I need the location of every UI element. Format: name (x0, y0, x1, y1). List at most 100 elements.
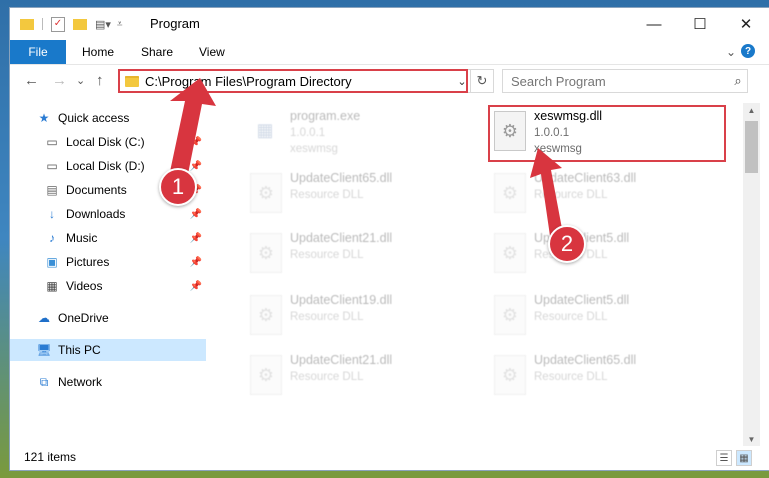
download-icon: ↓ (49, 207, 55, 221)
file-name: program.exe (290, 109, 361, 123)
customize-dropdown-icon[interactable]: ⩡ (117, 19, 123, 30)
back-button[interactable]: ← (24, 72, 39, 89)
cloud-icon: ☁ (38, 311, 50, 325)
dll-file-icon: ⚙ (494, 295, 526, 335)
tab-home[interactable]: Home (82, 45, 114, 59)
file-name: UpdateClient5.dll (534, 293, 630, 307)
dll-file-icon: ⚙ (494, 355, 526, 395)
file-description: Resource DLL (290, 371, 364, 383)
details-view-icon[interactable]: ☰ (716, 450, 732, 466)
sidebar-item-label: Videos (66, 279, 103, 293)
customize-icon[interactable]: ▤▾ (95, 18, 111, 31)
sidebar-item-label: Quick access (58, 111, 130, 125)
pin-icon[interactable]: 📌 (190, 137, 202, 148)
sidebar-item-label: Network (58, 375, 103, 389)
navigation-pane: ★ Quick access ▭ Local Disk (C:) 📌 ▭ Loc… (10, 103, 206, 446)
list-item[interactable]: ⚙ UpdateClient21.dll Resource DLL (246, 229, 486, 285)
refresh-button[interactable]: ↻ (470, 70, 493, 92)
address-bar[interactable]: C:\Program Files\Program Directory ⌄ ↻ (118, 69, 494, 93)
star-icon: ★ (38, 111, 50, 125)
list-item[interactable]: ⚙ UpdateClient65.dll Resource DLL (490, 351, 730, 407)
recent-locations-icon[interactable]: ⌄ (76, 74, 85, 87)
scrollbar-thumb[interactable] (745, 121, 758, 173)
address-path[interactable]: C:\Program Files\Program Directory (145, 74, 454, 89)
folder-icon (125, 75, 139, 87)
up-button[interactable]: ↑ (96, 72, 104, 89)
large-icons-view-icon[interactable]: ▦ (736, 450, 752, 466)
vertical-scrollbar[interactable]: ▲ ▼ (743, 103, 760, 446)
file-description: Resource DLL (534, 311, 608, 323)
expand-ribbon-icon[interactable]: ⌄ (726, 45, 736, 59)
videos-icon: ▦ (46, 279, 58, 293)
folder-icon[interactable] (20, 18, 34, 30)
file-description: xeswmsg (290, 143, 338, 155)
scroll-up-icon[interactable]: ▲ (743, 103, 760, 117)
properties-icon[interactable]: ✓ (51, 16, 65, 32)
list-item[interactable]: ⚙ UpdateClient63.dll Resource DLL (490, 169, 730, 225)
dll-file-icon: ⚙ (250, 355, 282, 395)
step-1-badge: 1 (159, 168, 197, 206)
dll-file-icon: ⚙ (250, 173, 282, 213)
tab-share[interactable]: Share (141, 45, 173, 59)
dll-file-icon: ⚙ (250, 233, 282, 273)
tab-view[interactable]: View (199, 45, 225, 59)
pin-icon[interactable]: 📌 (190, 281, 202, 292)
new-folder-icon[interactable] (73, 18, 87, 30)
list-item[interactable]: ⚙ UpdateClient65.dll Resource DLL (246, 169, 486, 225)
sidebar-item-local-disk-c[interactable]: ▭ Local Disk (C:) 📌 (10, 131, 206, 153)
sidebar-item-network[interactable]: ⧉ Network (10, 371, 206, 393)
sidebar-item-downloads[interactable]: ↓ Downloads 📌 (10, 203, 206, 225)
file-name: UpdateClient65.dll (534, 353, 637, 367)
sidebar-item-this-pc[interactable]: 🖥 This PC (10, 339, 206, 361)
address-dropdown-icon[interactable]: ⌄ (454, 75, 470, 88)
list-item[interactable]: ⚙ UpdateClient19.dll Resource DLL (246, 291, 486, 347)
close-button[interactable]: ✕ (723, 8, 769, 40)
pictures-icon: ▣ (46, 255, 58, 269)
sidebar-item-pictures[interactable]: ▣ Pictures 📌 (10, 251, 206, 273)
minimize-button[interactable]: — (631, 8, 677, 40)
pin-icon[interactable]: 📌 (190, 209, 202, 220)
forward-button[interactable]: → (52, 72, 67, 89)
item-count: 121 items (24, 450, 77, 464)
help-icon[interactable]: ? (741, 44, 755, 58)
pin-icon[interactable]: 📌 (190, 233, 202, 244)
sidebar-item-onedrive[interactable]: ☁ OneDrive (10, 307, 206, 329)
list-item[interactable]: ⚙ UpdateClient5.dll Resource DLL (490, 229, 730, 285)
file-version: 1.0.0.1 (534, 127, 570, 139)
documents-icon: ▤ (46, 183, 58, 197)
tab-file[interactable]: File (10, 40, 66, 64)
maximize-button[interactable]: ☐ (677, 8, 723, 40)
dll-file-icon: ⚙ (250, 295, 282, 335)
file-description: Resource DLL (290, 311, 364, 323)
file-list: ▦ program.exe 1.0.0.1 xeswmsg ⚙ xeswmsg.… (218, 103, 743, 446)
search-icon[interactable]: ⌕ (729, 73, 747, 89)
scroll-down-icon[interactable]: ▼ (743, 432, 760, 446)
file-version: 1.0.0.1 (290, 127, 326, 139)
list-item[interactable]: ⚙ UpdateClient5.dll Resource DLL (490, 291, 730, 347)
window-title: Program (150, 16, 200, 31)
search-input[interactable] (503, 72, 729, 90)
separator (42, 18, 43, 30)
list-item[interactable]: ⚙ xeswmsg.dll 1.0.0.1 xeswmsg (490, 107, 730, 163)
pin-icon[interactable]: 📌 (190, 257, 202, 268)
drive-icon: ▭ (46, 135, 58, 149)
quick-access-toolbar: ✓ ▤▾ ⩡ (20, 16, 123, 32)
navigation-bar: ← → ⌄ ↑ C:\Program Files\Program Directo… (10, 64, 769, 98)
file-name: xeswmsg.dll (534, 109, 603, 123)
file-name: UpdateClient21.dll (290, 231, 393, 245)
sidebar-item-music[interactable]: ♪ Music 📌 (10, 227, 206, 249)
explorer-window: ✓ ▤▾ ⩡ Program — ☐ ✕ File Home Share Vie… (10, 8, 769, 470)
sidebar-item-quick-access[interactable]: ★ Quick access (10, 107, 206, 129)
file-description: Resource DLL (290, 249, 364, 261)
drive-icon: ▭ (46, 159, 58, 173)
dll-file-icon: ⚙ (494, 233, 526, 273)
list-item[interactable]: ▦ program.exe 1.0.0.1 xeswmsg (246, 107, 486, 163)
search-box[interactable]: ⌕ (502, 69, 748, 93)
file-name: UpdateClient65.dll (290, 171, 393, 185)
sidebar-item-label: OneDrive (58, 311, 109, 325)
dll-file-icon: ⚙ (494, 111, 526, 151)
title-bar: ✓ ▤▾ ⩡ Program — ☐ ✕ (10, 8, 769, 40)
list-item[interactable]: ⚙ UpdateClient21.dll Resource DLL (246, 351, 486, 407)
sidebar-item-videos[interactable]: ▦ Videos 📌 (10, 275, 206, 297)
pin-icon[interactable]: 📌 (190, 161, 202, 172)
